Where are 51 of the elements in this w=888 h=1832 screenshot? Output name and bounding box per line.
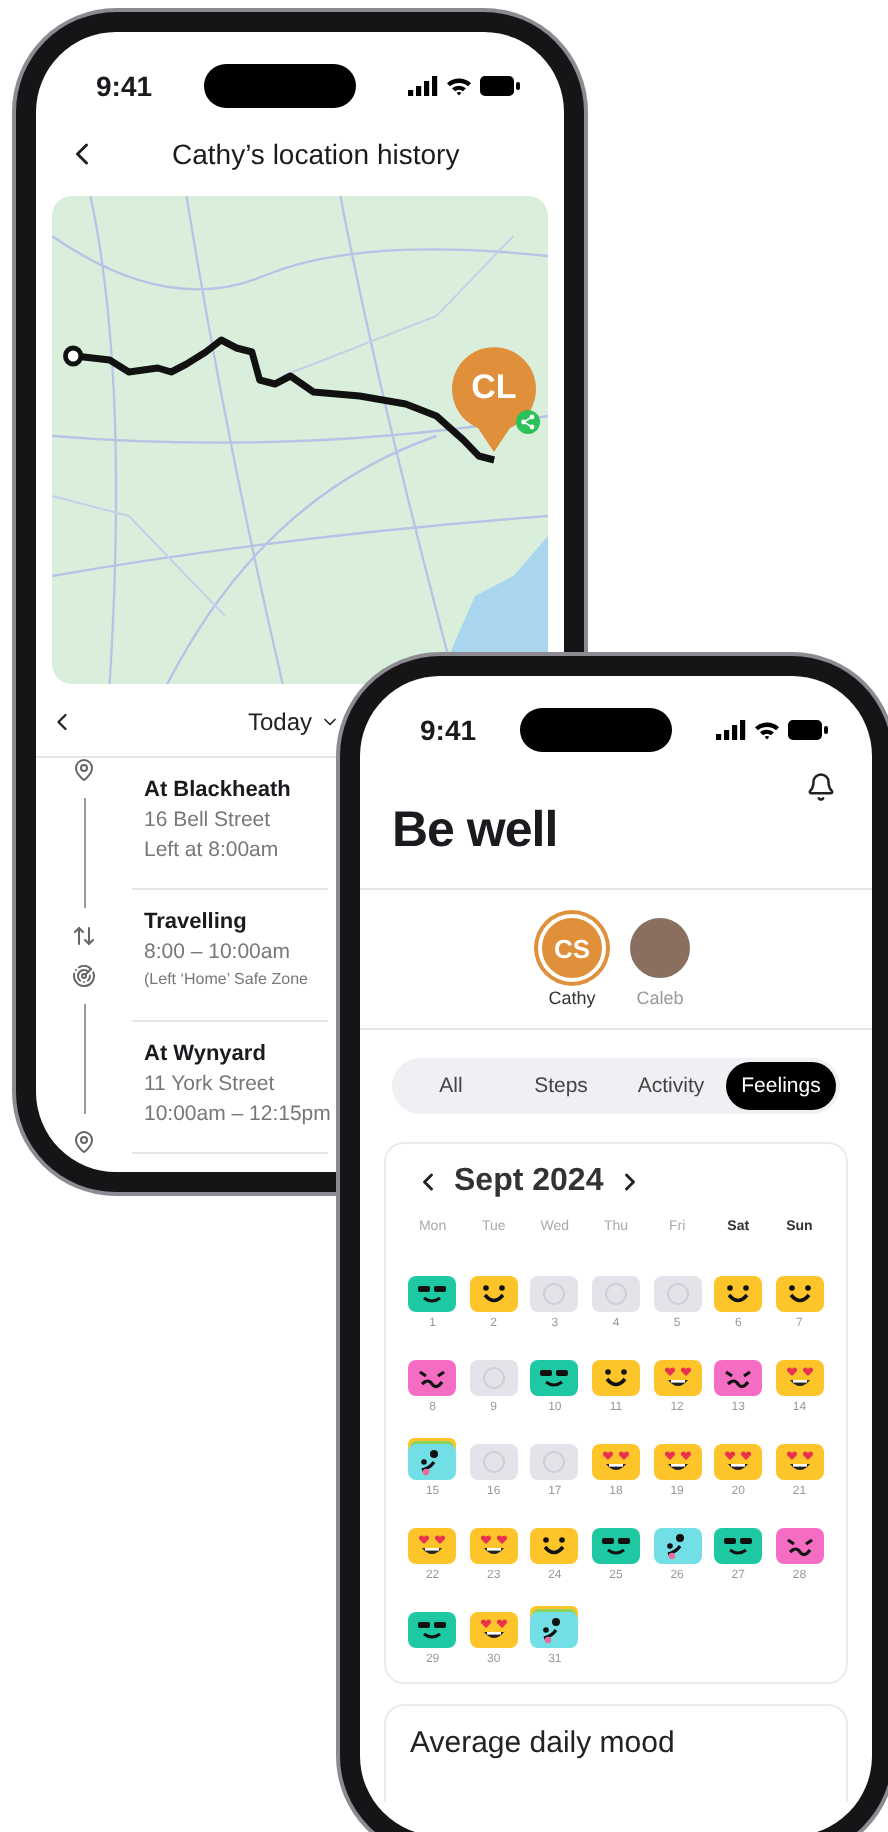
mood-face-icon[interactable]	[408, 1270, 457, 1312]
profile-button[interactable]: CS Cathy	[538, 914, 606, 1008]
entry-detail: 11 York Street	[144, 1072, 277, 1096]
mood-face-icon[interactable]	[714, 1354, 763, 1396]
route-start-marker	[63, 345, 84, 367]
wifi-icon	[446, 76, 472, 96]
mood-face-icon[interactable]	[775, 1270, 824, 1312]
mood-face-icon[interactable]	[408, 1438, 457, 1480]
swap-arrows-icon	[72, 924, 96, 948]
target-icon	[72, 964, 96, 988]
category-tab[interactable]: Activity	[616, 1062, 726, 1110]
mood-face-icon[interactable]	[530, 1522, 579, 1564]
mood-face-icon[interactable]	[714, 1270, 763, 1312]
mood-face-icon[interactable]	[653, 1522, 702, 1564]
date-filter-dropdown[interactable]: Today	[247, 708, 340, 736]
location-pin-icon	[72, 1130, 96, 1154]
mood-face-icon[interactable]	[591, 1354, 640, 1396]
status-time: 9:41	[96, 70, 153, 102]
initials-avatar: CS	[538, 914, 606, 982]
screen-title: Cathy’s location history	[172, 138, 460, 170]
share-icon	[516, 410, 540, 434]
summary-title: Average daily mood	[410, 1726, 675, 1760]
mood-face-icon[interactable]	[530, 1606, 579, 1648]
location-pin-icon	[72, 758, 96, 782]
status-time: 9:41	[420, 714, 477, 746]
entry-detail: Left at 8:00am	[144, 838, 281, 862]
mood-face-icon[interactable]	[530, 1354, 579, 1396]
category-tab[interactable]: Feelings	[726, 1062, 836, 1110]
mood-face-icon[interactable]	[469, 1270, 518, 1312]
notifications-bell-icon[interactable]	[806, 772, 836, 802]
month-label: Sept 2024	[454, 1164, 604, 1200]
signal-icon	[408, 76, 438, 96]
mood-face-icon[interactable]	[591, 1522, 640, 1564]
mood-face-icon[interactable]	[408, 1354, 457, 1396]
entry-detail: 8:00 – 10:00am	[144, 940, 292, 964]
entry-title: At Blackheath	[144, 778, 293, 802]
entry-note: (Left ‘Home’ Safe Zone	[144, 970, 310, 988]
wifi-icon	[754, 720, 780, 740]
category-tab[interactable]: All	[396, 1062, 506, 1110]
entry-detail: 10:00am – 12:15pm	[144, 1102, 328, 1126]
entry-title: At Wynyard	[144, 1042, 268, 1066]
battery-icon	[480, 76, 520, 96]
mood-face-icon[interactable]	[714, 1522, 763, 1564]
mood-face-icon[interactable]	[408, 1606, 457, 1648]
battery-icon	[788, 720, 828, 740]
entry-detail: 16 Bell Street	[144, 808, 273, 832]
mood-face-icon[interactable]	[775, 1522, 824, 1564]
entry-title: Travelling	[144, 910, 249, 934]
category-tab[interactable]: Steps	[506, 1062, 616, 1110]
page-title: Be well	[390, 802, 560, 862]
signal-icon	[716, 720, 746, 740]
